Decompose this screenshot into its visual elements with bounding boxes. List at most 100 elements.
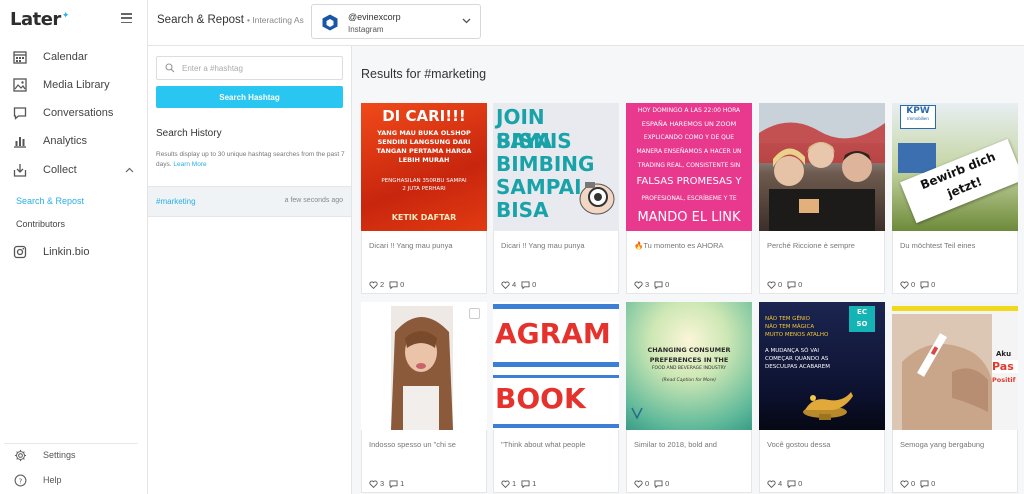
post-thumbnail[interactable]: HOY DOMINGO A LAS 22:00 HORA ESPAÑA HARE… — [626, 103, 752, 231]
stripe — [493, 362, 619, 367]
sidebar-item-collect[interactable]: Collect — [0, 159, 148, 181]
post-caption: "Think about what people — [501, 440, 613, 449]
thumb-text: SO — [856, 320, 868, 328]
select-checkbox[interactable] — [469, 308, 480, 319]
sidebar: Later ✦ Calendar Media Library Conversat… — [0, 0, 148, 494]
account-handle: @evinexcorp — [348, 12, 401, 22]
chevron-down-icon — [462, 16, 471, 26]
history-row[interactable]: #marketing a few seconds ago — [148, 186, 351, 217]
post-card[interactable]: Perché Riccione è sempre 0 0 — [759, 103, 885, 294]
instagram-icon — [12, 244, 28, 260]
account-selector[interactable]: @evinexcorp Instagram — [311, 4, 481, 39]
top-header: Search & Repost • Interacting As @evinexc… — [148, 0, 1024, 46]
heart-icon — [369, 280, 378, 289]
menu-toggle-icon[interactable] — [121, 13, 132, 23]
brand-mark-icon — [631, 407, 643, 420]
post-card[interactable]: AGRAM BOOK "Think about what people 1 1 — [493, 302, 619, 493]
post-card[interactable]: Indosso spesso un "chi se 3 1 — [361, 302, 487, 493]
post-card[interactable]: EC SO NÃO TEM GÊNIO NÃO TEM MÁGICA MUITO… — [759, 302, 885, 493]
thumb-text: ESPAÑA HAREMOS UN ZOOM — [641, 120, 737, 128]
thumb-text: TRADING REAL, CONSISTENTE SIN — [637, 162, 741, 169]
thumb-text: HOY DOMINGO A LAS 22:00 HORA — [637, 107, 741, 114]
sidebar-item-analytics[interactable]: Analytics — [0, 130, 148, 152]
post-thumbnail[interactable] — [759, 103, 885, 231]
post-caption: Semoga yang bergabung — [900, 440, 1012, 449]
heart-icon — [634, 280, 643, 289]
post-stats: 0 0 — [634, 479, 674, 488]
search-panel: Search Hashtag Search History Results di… — [148, 46, 352, 494]
chevron-up-icon[interactable] — [125, 165, 134, 175]
post-thumbnail[interactable]: KPW Immobilien Bewirb dich jetzt! — [892, 103, 1018, 231]
post-thumbnail[interactable]: JOIN BISNIS SAYA BIMBING SAMPAI BISA — [493, 103, 619, 231]
post-caption: Perché Riccione è sempre — [767, 241, 879, 250]
post-thumbnail[interactable]: EC SO NÃO TEM GÊNIO NÃO TEM MÁGICA MUITO… — [759, 302, 885, 430]
thumb-text: BOOK — [495, 382, 586, 415]
image-icon — [12, 77, 28, 93]
sidebar-item-label: Calendar — [43, 51, 88, 63]
like-count: 4 — [512, 280, 517, 289]
search-hashtag-button[interactable]: Search Hashtag — [156, 86, 343, 108]
comment-icon — [654, 479, 663, 488]
like-count: 3 — [380, 479, 385, 488]
post-card[interactable]: KPW Immobilien Bewirb dich jetzt! Du möc… — [892, 103, 1018, 294]
comment-icon — [389, 280, 398, 289]
gear-icon — [13, 448, 27, 462]
post-thumbnail[interactable]: DI CARI!!! YANG MAU BUKA OLSHOP SENDIRI … — [361, 103, 487, 231]
thumb-text: COMEÇAR QUANDO AS — [765, 356, 829, 362]
post-card[interactable]: JOIN BISNIS SAYA BIMBING SAMPAI BISA Dic… — [493, 103, 619, 294]
thumb-text: KPW — [906, 106, 930, 116]
post-thumbnail[interactable] — [361, 302, 487, 430]
thumb-text: DI CARI!!! — [382, 107, 466, 125]
thumb-text: AGRAM — [495, 317, 611, 350]
post-thumbnail[interactable]: Aku Pas Positif H — [892, 302, 1018, 430]
thumb-text: A MUDANÇA SÓ VAI — [765, 348, 820, 354]
stripe — [493, 424, 619, 428]
hashtag-search-input[interactable] — [182, 63, 332, 73]
thumb-text: NÃO TEM MÁGICA — [765, 324, 815, 330]
results-area: Results for #marketing DI CARI!!! YANG M… — [352, 46, 1024, 494]
sidebar-item-settings[interactable]: Settings — [0, 446, 148, 464]
hashtag-search-field[interactable] — [156, 56, 343, 80]
post-thumbnail[interactable]: AGRAM BOOK — [493, 302, 619, 430]
post-stats: 3 0 — [634, 280, 674, 289]
post-thumbnail[interactable]: CHANGING CONSUMER PREFERENCES IN THE FOO… — [626, 302, 752, 430]
heart-icon — [900, 280, 909, 289]
sidebar-item-help[interactable]: ? Help — [0, 471, 148, 489]
thumb-text: MANERA ENSEÑAMOS A HACER UN — [636, 148, 742, 155]
post-card[interactable]: DI CARI!!! YANG MAU BUKA OLSHOP SENDIRI … — [361, 103, 487, 294]
post-stats: 1 1 — [501, 479, 541, 488]
like-count: 2 — [380, 280, 385, 289]
sidebar-subitem-contributors[interactable]: Contributors — [16, 219, 65, 229]
sparkle-icon: ✦ — [61, 9, 70, 20]
post-stats: 0 0 — [767, 280, 807, 289]
sidebar-subitem-search-repost[interactable]: Search & Repost — [16, 196, 84, 206]
sidebar-item-conversations[interactable]: Conversations — [0, 102, 148, 124]
comment-count: 0 — [931, 479, 936, 488]
thumb-text: Aku — [996, 350, 1012, 358]
sidebar-item-label: Linkin.bio — [43, 246, 90, 258]
post-card[interactable]: HOY DOMINGO A LAS 22:00 HORA ESPAÑA HARE… — [626, 103, 752, 294]
logo-text: Later — [10, 8, 61, 30]
post-caption: 🔥Tu momento es AHORA — [634, 241, 746, 250]
sidebar-item-calendar[interactable]: Calendar — [0, 46, 148, 68]
later-logo[interactable]: Later ✦ — [10, 8, 69, 30]
sidebar-item-media-library[interactable]: Media Library — [0, 74, 148, 96]
post-stats: 0 0 — [900, 479, 940, 488]
results-title: Results for #marketing — [361, 67, 487, 81]
bar-chart-icon — [12, 133, 28, 149]
thumb-text: YANG MAU BUKA OLSHOP — [377, 129, 471, 137]
thumb-text: Pas — [992, 360, 1018, 373]
thumb-text: TANGAN PERTAMA HARGA — [376, 147, 472, 155]
thumb-text: EC — [857, 308, 867, 316]
thumb-text: MANDO EL LINK — [637, 210, 741, 225]
history-tag[interactable]: #marketing — [156, 197, 196, 206]
post-card[interactable]: CHANGING CONSUMER PREFERENCES IN THE FOO… — [626, 302, 752, 493]
portrait-photo-image — [391, 306, 453, 430]
account-avatar-icon — [322, 14, 338, 36]
like-count: 4 — [778, 479, 783, 488]
post-stats: 3 1 — [369, 479, 409, 488]
post-card[interactable]: Aku Pas Positif H Semoga yang bergabung … — [892, 302, 1018, 493]
search-icon — [165, 63, 175, 73]
learn-more-link[interactable]: Learn More — [173, 161, 206, 168]
sidebar-item-linkin-bio[interactable]: Linkin.bio — [0, 241, 148, 263]
